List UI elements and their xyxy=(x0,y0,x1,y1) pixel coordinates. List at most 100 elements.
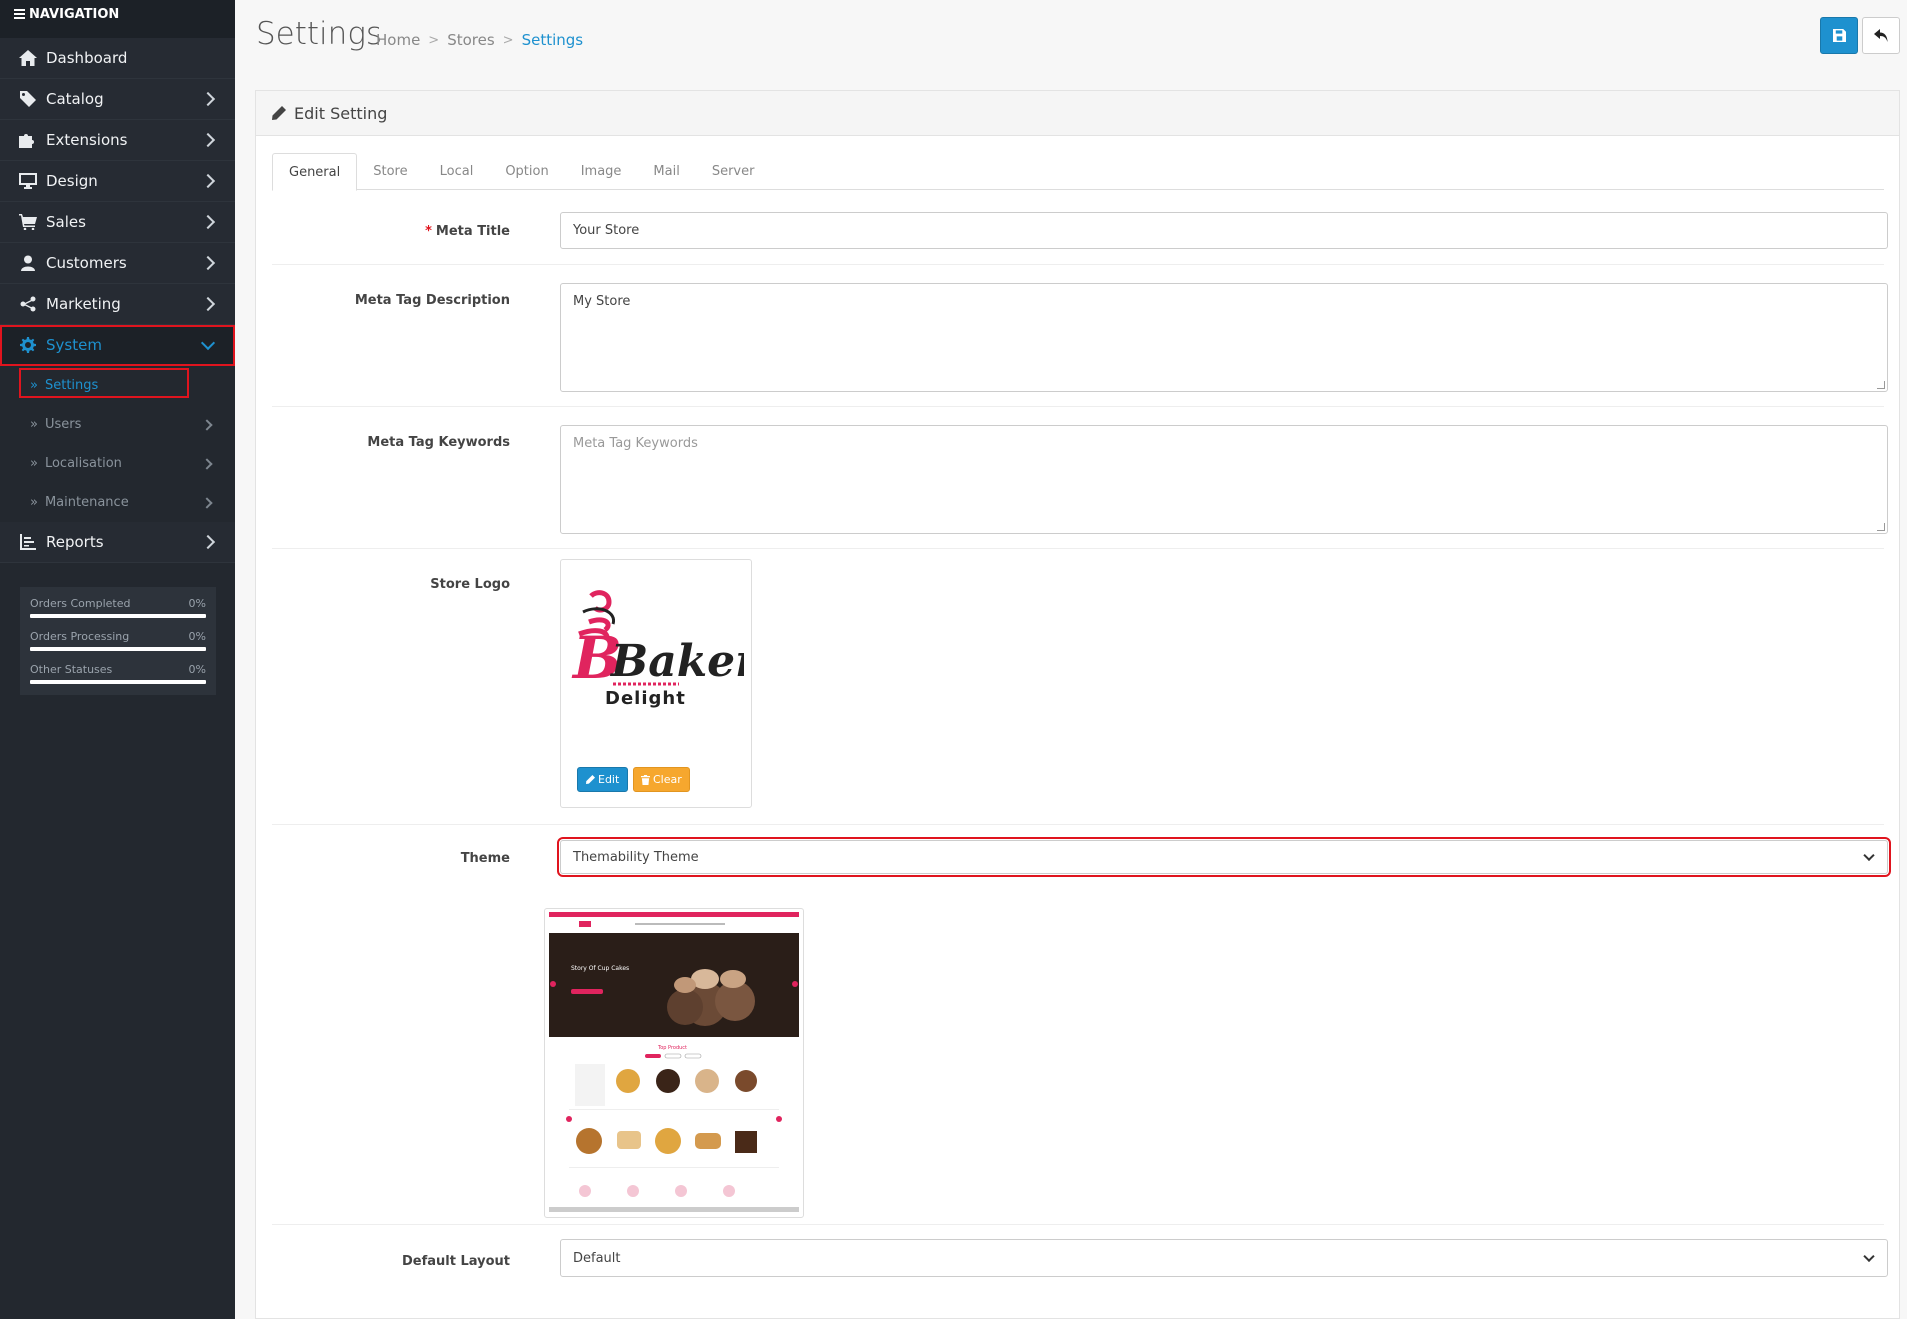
sidebar-item-marketing[interactable]: Marketing xyxy=(0,284,235,325)
preview-hero-title: Story Of Cup Cakes xyxy=(571,965,629,972)
default-layout-select[interactable]: Default xyxy=(560,1239,1888,1277)
bakery-delight-logo: B Bakery Delight xyxy=(571,590,744,709)
meta-title-row: * Meta Title Your Store xyxy=(272,199,1888,265)
edit-logo-label: Edit xyxy=(598,773,620,786)
sidebar-item-extensions[interactable]: Extensions xyxy=(0,120,235,161)
chevron-right-icon xyxy=(200,91,216,107)
sidebar-item-system[interactable]: System xyxy=(0,325,235,366)
tab-general[interactable]: General xyxy=(272,153,358,191)
gear-icon xyxy=(18,336,38,354)
meta-title-input[interactable]: Your Store xyxy=(560,212,1888,249)
tab-mail[interactable]: Mail xyxy=(637,153,695,190)
stat-orders-processing: Orders Processing 0% xyxy=(30,630,206,651)
stat-value: 0% xyxy=(188,597,206,610)
settings-tabs: General Store Local Option Image Mail Se… xyxy=(272,153,1884,191)
stat-value: 0% xyxy=(188,630,206,643)
breadcrumb-stores[interactable]: Stores xyxy=(447,31,494,49)
desktop-icon xyxy=(18,172,38,190)
preview-section-title: Top Product xyxy=(657,1045,687,1051)
tab-local[interactable]: Local xyxy=(424,153,490,190)
home-icon xyxy=(18,49,38,67)
sidebar-item-label: Sales xyxy=(46,213,86,231)
stat-label: Orders Processing xyxy=(30,630,130,643)
meta-keywords-row: Meta Tag Keywords Meta Tag Keywords xyxy=(272,407,1888,549)
stat-label: Orders Completed xyxy=(30,597,131,610)
store-logo-row: Store Logo B Bakery Delight Edit Clear xyxy=(272,549,1884,825)
stat-progress-bar xyxy=(30,647,206,651)
chevron-right-icon xyxy=(201,457,213,470)
theme-preview-image: Story Of Cup Cakes Top Product xyxy=(544,908,804,1218)
shopping-cart-icon xyxy=(18,213,38,231)
meta-description-textarea[interactable]: My Store xyxy=(560,283,1888,392)
back-button[interactable] xyxy=(1862,17,1900,54)
breadcrumb-settings[interactable]: Settings xyxy=(522,31,584,49)
sidebar-item-customers[interactable]: Customers xyxy=(0,243,235,284)
sidebar-item-dashboard[interactable]: Dashboard xyxy=(0,38,235,79)
stat-progress-bar xyxy=(30,614,206,618)
meta-keywords-label: Meta Tag Keywords xyxy=(367,435,510,450)
stat-value: 0% xyxy=(188,663,206,676)
sidebar-item-label: Marketing xyxy=(46,295,121,313)
meta-keywords-placeholder: Meta Tag Keywords xyxy=(573,436,698,451)
settings-highlight xyxy=(19,368,189,398)
share-icon xyxy=(18,295,38,313)
chevron-right-icon xyxy=(200,132,216,148)
navigation-title: NAVIGATION xyxy=(29,7,120,22)
tab-option[interactable]: Option xyxy=(489,153,564,190)
edit-logo-button[interactable]: Edit xyxy=(577,767,629,792)
tab-server[interactable]: Server xyxy=(696,153,771,190)
sidebar-item-label: Extensions xyxy=(46,131,128,149)
chevron-right-icon xyxy=(200,214,216,230)
chevron-right-icon xyxy=(200,173,216,189)
stat-label: Other Statuses xyxy=(30,663,113,676)
sidebar-subitem-label: Maintenance xyxy=(44,495,129,510)
theme-label: Theme xyxy=(460,851,510,866)
breadcrumb-home[interactable]: Home xyxy=(376,31,420,49)
double-chevron-icon: » xyxy=(30,495,38,510)
chevron-right-icon xyxy=(201,418,213,431)
logo-word: Bakery xyxy=(609,636,744,687)
sidebar-item-label: Dashboard xyxy=(46,49,128,67)
theme-select-value: Themability Theme xyxy=(573,849,699,865)
sidebar-subitem-users[interactable]: » Users xyxy=(0,405,235,444)
meta-description-row: Meta Tag Description My Store xyxy=(272,265,1888,407)
sidebar-item-design[interactable]: Design xyxy=(0,161,235,202)
sidebar-item-catalog[interactable]: Catalog xyxy=(0,79,235,120)
sidebar-subitem-label: Users xyxy=(44,417,82,432)
meta-keywords-textarea[interactable]: Meta Tag Keywords xyxy=(560,425,1888,534)
sidebar-item-sales[interactable]: Sales xyxy=(0,202,235,243)
stat-orders-completed: Orders Completed 0% xyxy=(30,597,206,618)
theme-select[interactable]: Themability Theme xyxy=(557,837,1891,877)
breadcrumb: Home > Stores > Settings xyxy=(376,31,583,49)
hamburger-icon xyxy=(14,9,25,21)
sidebar-item-label: Design xyxy=(46,172,98,190)
breadcrumb-separator: > xyxy=(502,32,514,48)
puzzle-icon xyxy=(18,131,38,149)
chevron-down-icon xyxy=(1863,1250,1875,1263)
default-layout-label: Default Layout xyxy=(401,1254,510,1269)
chevron-right-icon xyxy=(200,534,216,550)
user-icon xyxy=(18,254,38,272)
resize-handle[interactable] xyxy=(1877,523,1885,531)
store-logo-label: Store Logo xyxy=(430,577,510,592)
save-button[interactable] xyxy=(1820,17,1858,54)
meta-title-label-text: Meta Title xyxy=(435,224,510,239)
edit-setting-panel: Edit Setting General Store Local Option … xyxy=(255,90,1900,1319)
clear-logo-label: Clear xyxy=(653,773,682,786)
sidebar-item-reports[interactable]: Reports xyxy=(0,522,235,563)
order-stats: Orders Completed 0% Orders Processing 0% O… xyxy=(20,587,216,695)
resize-handle[interactable] xyxy=(1877,381,1885,389)
sidebar-subitem-localisation[interactable]: » Localisation xyxy=(0,444,235,483)
double-chevron-icon: » xyxy=(30,417,38,432)
tab-store[interactable]: Store xyxy=(357,153,423,190)
meta-title-label: * Meta Title xyxy=(425,224,510,239)
panel-title: Edit Setting xyxy=(294,103,388,123)
store-logo-thumbnail[interactable]: B Bakery Delight Edit Clear xyxy=(560,559,752,808)
tab-image[interactable]: Image xyxy=(565,153,638,190)
clear-logo-button[interactable]: Clear xyxy=(633,767,690,792)
sidebar-subitem-maintenance[interactable]: » Maintenance xyxy=(0,483,235,522)
meta-description-label: Meta Tag Description xyxy=(354,293,510,308)
trash-icon xyxy=(641,774,650,785)
navigation-header[interactable]: NAVIGATION xyxy=(0,0,235,38)
stat-other-statuses: Other Statuses 0% xyxy=(30,663,206,684)
